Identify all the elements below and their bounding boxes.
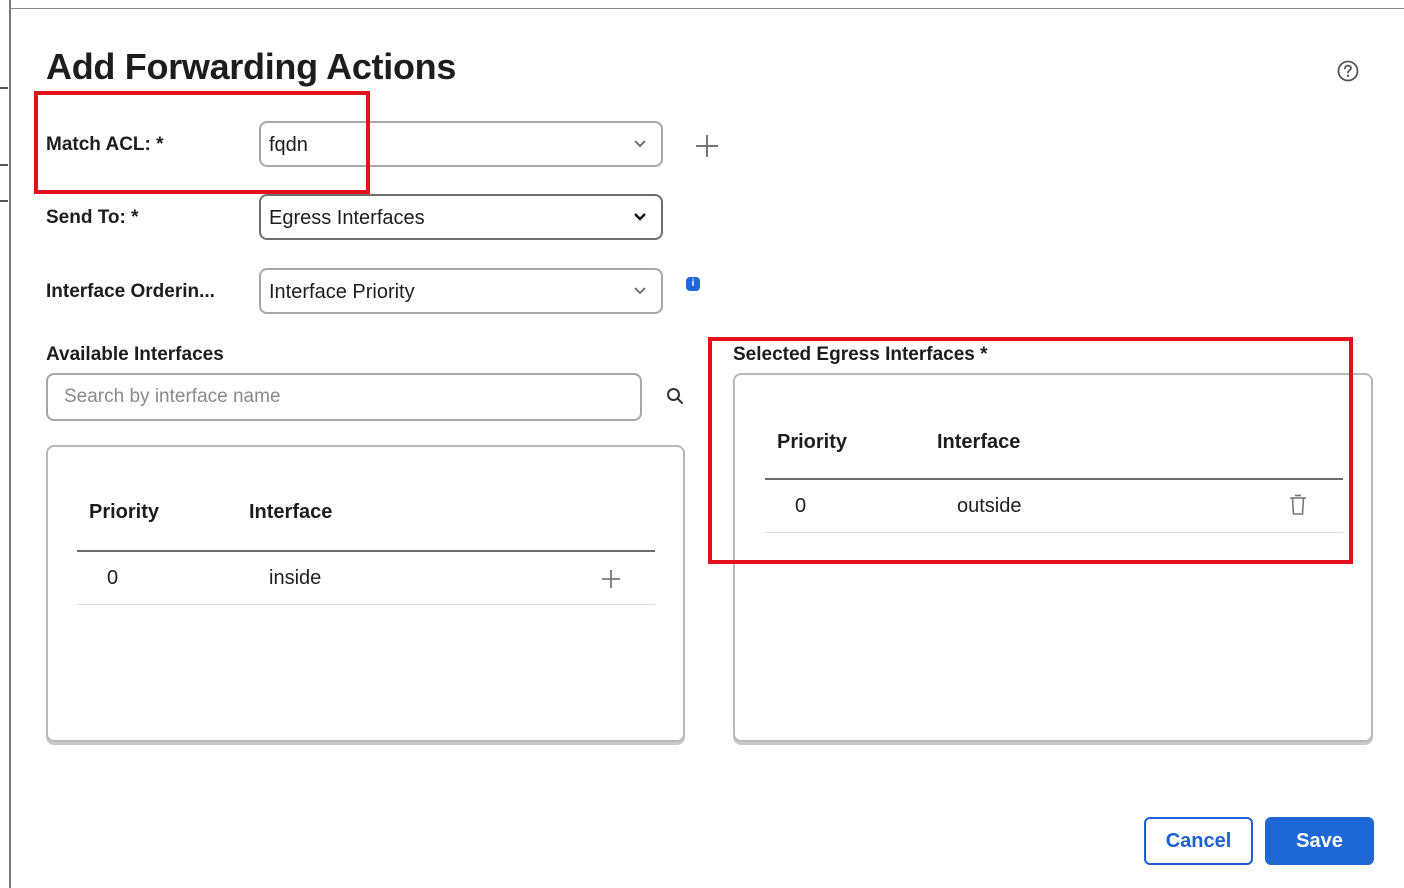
table-header-divider bbox=[77, 550, 655, 552]
background-fragment bbox=[0, 164, 8, 166]
column-header-interface: Interface bbox=[249, 501, 333, 523]
row-divider bbox=[765, 532, 1343, 533]
interface-search-input[interactable] bbox=[46, 373, 642, 421]
row-interface: inside bbox=[269, 567, 322, 589]
add-acl-plus-icon[interactable] bbox=[694, 133, 720, 159]
row-interface: outside bbox=[957, 495, 1022, 517]
save-button[interactable]: Save bbox=[1265, 817, 1374, 865]
send-to-select[interactable]: Egress Interfaces bbox=[259, 194, 663, 240]
column-header-priority: Priority bbox=[89, 501, 160, 523]
column-header-interface: Interface bbox=[937, 431, 1021, 453]
available-interfaces-label: Available Interfaces bbox=[46, 344, 224, 365]
background-fragment bbox=[0, 200, 8, 202]
interface-ordering-label: Interface Orderin... bbox=[46, 281, 215, 302]
available-interfaces-table: Priority Interface 0 inside bbox=[46, 445, 685, 742]
match-acl-value: fqdn bbox=[269, 134, 308, 156]
background-window-top-edge bbox=[9, 8, 1404, 9]
column-header-priority: Priority bbox=[777, 431, 848, 453]
send-to-value: Egress Interfaces bbox=[269, 207, 425, 229]
question-circle-icon[interactable] bbox=[1337, 60, 1359, 82]
interface-ordering-value: Interface Priority bbox=[269, 281, 415, 303]
chevron-down-icon bbox=[634, 287, 646, 295]
add-interface-plus-icon[interactable] bbox=[600, 568, 622, 590]
match-acl-label: Match ACL: * bbox=[46, 134, 164, 155]
table-header-divider bbox=[765, 478, 1343, 480]
search-icon[interactable] bbox=[666, 387, 684, 405]
dialog-title: Add Forwarding Actions bbox=[46, 46, 457, 87]
background-window-edge bbox=[0, 0, 11, 888]
info-icon[interactable]: i bbox=[686, 277, 700, 291]
match-acl-select[interactable]: fqdn bbox=[259, 121, 663, 167]
row-priority: 0 bbox=[795, 495, 807, 517]
send-to-label: Send To: * bbox=[46, 207, 139, 228]
chevron-down-icon bbox=[634, 140, 646, 148]
interface-ordering-select[interactable]: Interface Priority bbox=[259, 268, 663, 314]
selected-egress-interfaces-label: Selected Egress Interfaces * bbox=[733, 344, 988, 365]
chevron-down-icon bbox=[634, 213, 646, 221]
selected-interfaces-table: Priority Interface 0 outside bbox=[733, 373, 1373, 742]
row-priority: 0 bbox=[107, 567, 119, 589]
background-fragment bbox=[0, 87, 8, 89]
trash-icon[interactable] bbox=[1289, 494, 1307, 516]
row-divider bbox=[77, 604, 655, 605]
cancel-button[interactable]: Cancel bbox=[1144, 817, 1253, 865]
